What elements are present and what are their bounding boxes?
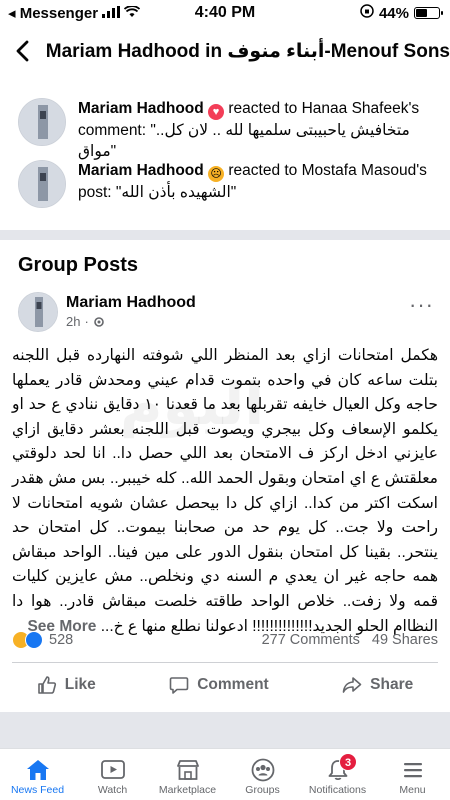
tab-groups[interactable]: Groups <box>225 749 300 800</box>
avatar[interactable] <box>18 292 58 332</box>
activity-action: reacted to Hanaa Shafeek's <box>228 100 420 117</box>
avatar <box>18 160 66 208</box>
post-body: هكمل امتحانات ازاي بعد المنظر اللي شوفته… <box>12 344 438 639</box>
battery-fill <box>416 9 427 17</box>
comment-button[interactable]: Comment <box>169 675 269 695</box>
marketplace-icon <box>176 760 199 780</box>
divider <box>12 662 438 663</box>
back-button[interactable] <box>6 31 38 71</box>
tab-label: Menu <box>399 784 426 796</box>
notification-badge: 3 <box>339 753 357 771</box>
status-bar: ◂ Messenger 4:40 PM 44% <box>0 0 450 26</box>
tab-notifications[interactable]: 3 Notifications <box>300 749 375 800</box>
watch-icon <box>100 760 125 779</box>
home-icon <box>26 760 49 780</box>
menu-icon <box>403 763 422 778</box>
tab-label: Marketplace <box>158 784 217 796</box>
share-label: Share <box>370 676 414 693</box>
groups-icon <box>251 758 274 782</box>
activity-item[interactable]: Mariam Hadhood ♥ reacted to Hanaa Shafee… <box>0 98 450 162</box>
wifi-icon <box>123 4 141 22</box>
actor-name[interactable]: Mariam Hadhood <box>78 100 204 117</box>
shares-count[interactable]: 49 Shares <box>372 632 438 648</box>
comment-label: Comment <box>197 676 269 693</box>
actor-name[interactable]: Mariam Hadhood <box>78 162 204 179</box>
settings-gear-icon <box>94 316 104 327</box>
post-header: Mariam Hadhood 2h · <box>18 292 196 332</box>
back-to-app-link[interactable]: ◂ Messenger <box>8 4 98 22</box>
tab-marketplace[interactable]: Marketplace <box>150 749 225 800</box>
comments-count[interactable]: 277 Comments <box>262 632 360 648</box>
like-label: Like <box>64 676 96 693</box>
post-author[interactable]: Mariam Hadhood <box>66 292 196 314</box>
post-text: هكمل امتحانات ازاي بعد المنظر اللي شوفته… <box>12 347 438 635</box>
share-button[interactable]: Share <box>342 675 413 695</box>
tab-watch[interactable]: Watch <box>75 749 150 800</box>
heart-icon: ♥ <box>208 104 225 120</box>
reactions-row: 528 277 Comments 49 Shares <box>12 628 438 652</box>
feed-gap <box>0 712 450 752</box>
like-thumb-icon <box>37 676 56 694</box>
post-actions: Like Comment Share <box>0 668 450 702</box>
sad-face-icon: ☹ <box>208 166 225 182</box>
activity-action: reacted to Mostafa <box>228 162 357 179</box>
tab-label: News Feed <box>10 784 65 796</box>
like-button[interactable]: Like <box>37 675 96 695</box>
battery-percent: 44% <box>378 4 409 22</box>
page-title: Mariam Hadhood in أبناء منوف-Menouf Sons <box>45 40 450 62</box>
like-thumb-icon <box>25 631 43 649</box>
reactions-count[interactable]: 528 <box>49 632 73 648</box>
battery-icon <box>414 7 443 19</box>
bottom-tab-bar: News Feed Watch Marketplace Groups 3 Not… <box>0 748 450 800</box>
tab-news-feed[interactable]: News Feed <box>0 749 75 800</box>
tab-label: Notifications <box>308 784 367 796</box>
tab-label: Watch <box>97 784 128 796</box>
activity-item[interactable]: Mariam Hadhood ☹ reacted to Mostafa Maso… <box>0 160 450 208</box>
share-arrow-icon <box>342 677 362 693</box>
comment-bubble-icon <box>169 677 189 694</box>
section-divider <box>0 230 450 240</box>
section-title: Group Posts <box>18 254 139 276</box>
signal-icon <box>102 5 121 22</box>
avatar <box>18 98 66 146</box>
activity-detail: comment: "..متخافيش ياحبيبتى سلميها لله … <box>78 122 410 160</box>
tab-menu[interactable]: Menu <box>375 749 450 800</box>
more-options-button[interactable]: ··· <box>409 292 434 318</box>
tab-label: Groups <box>245 784 280 796</box>
header-bar: Mariam Hadhood in أبناء منوف-Menouf Sons <box>0 30 450 72</box>
post-time[interactable]: 2h <box>66 314 80 329</box>
orientation-lock-icon <box>360 4 374 22</box>
chevron-left-icon <box>16 40 29 62</box>
